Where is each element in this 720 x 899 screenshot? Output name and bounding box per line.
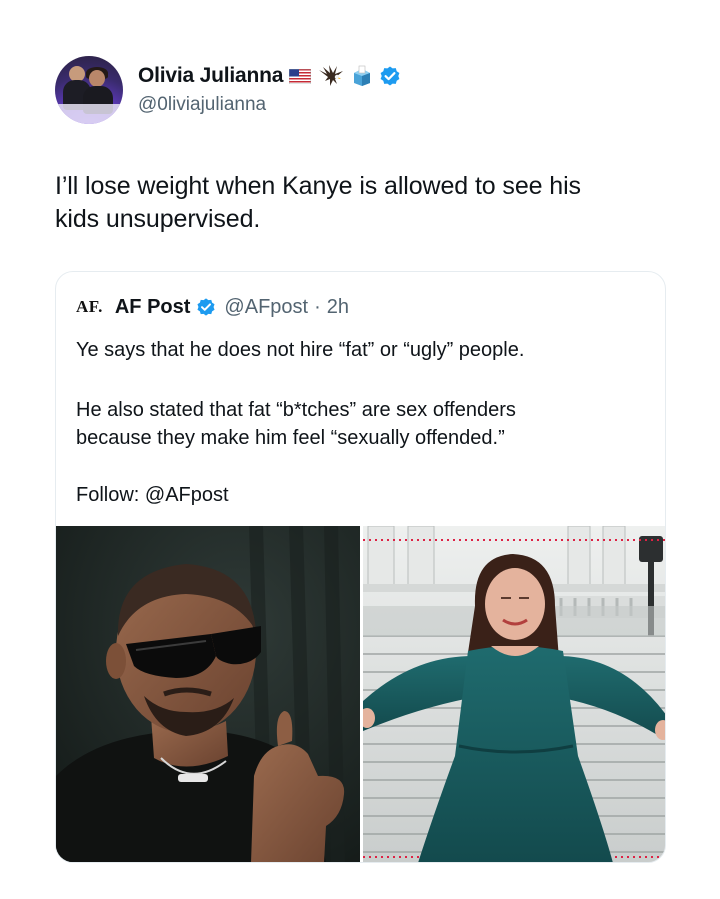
- tweet-text-line: kids unsupervised.: [55, 205, 261, 233]
- author-display-name[interactable]: Olivia Julianna: [138, 64, 283, 88]
- quoted-tweet-card[interactable]: AF. AF Post @AFpost · 2h Ye says that he…: [55, 271, 666, 863]
- quoted-text-paragraph: He also stated that fat “b*tches” are se…: [76, 396, 656, 452]
- quoted-follow-line: Follow: @AFpost: [76, 484, 229, 506]
- quoted-author-name[interactable]: AF Post: [115, 296, 191, 319]
- author-name-row: Olivia Julianna: [138, 62, 401, 90]
- verified-badge-icon: [380, 66, 400, 86]
- quoted-author-handle[interactable]: @AFpost: [224, 296, 308, 319]
- ballot-box-icon: [354, 65, 371, 86]
- quoted-text-line: He also stated that fat “b*tches” are se…: [76, 399, 516, 421]
- quoted-text-line: because they make him feel “sexually off…: [76, 427, 505, 449]
- quoted-timestamp[interactable]: 2h: [327, 296, 349, 319]
- tweet-text-line: I’ll lose weight when Kanye is allowed t…: [55, 172, 581, 200]
- eagle-icon: [319, 65, 344, 86]
- us-flag-icon: [289, 68, 312, 84]
- verified-badge-icon: [197, 298, 215, 316]
- af-post-logo: AF.: [76, 297, 103, 316]
- man-in-sunglasses-photo[interactable]: [56, 526, 360, 862]
- quoted-text-line: Ye says that he does not hire “fat” or “…: [76, 339, 525, 361]
- woman-on-steps-illustration: [363, 526, 665, 862]
- man-in-sunglasses-illustration: [56, 526, 360, 862]
- author-handle[interactable]: @0liviajulianna: [138, 94, 266, 116]
- separator-dot: ·: [314, 295, 321, 318]
- tweet-text: I’ll lose weight when Kanye is allowed t…: [55, 170, 665, 236]
- quoted-tweet-header: AF. AF Post @AFpost · 2h: [76, 294, 349, 320]
- avatar[interactable]: [55, 56, 123, 124]
- woman-on-capitol-steps-photo[interactable]: [363, 526, 665, 862]
